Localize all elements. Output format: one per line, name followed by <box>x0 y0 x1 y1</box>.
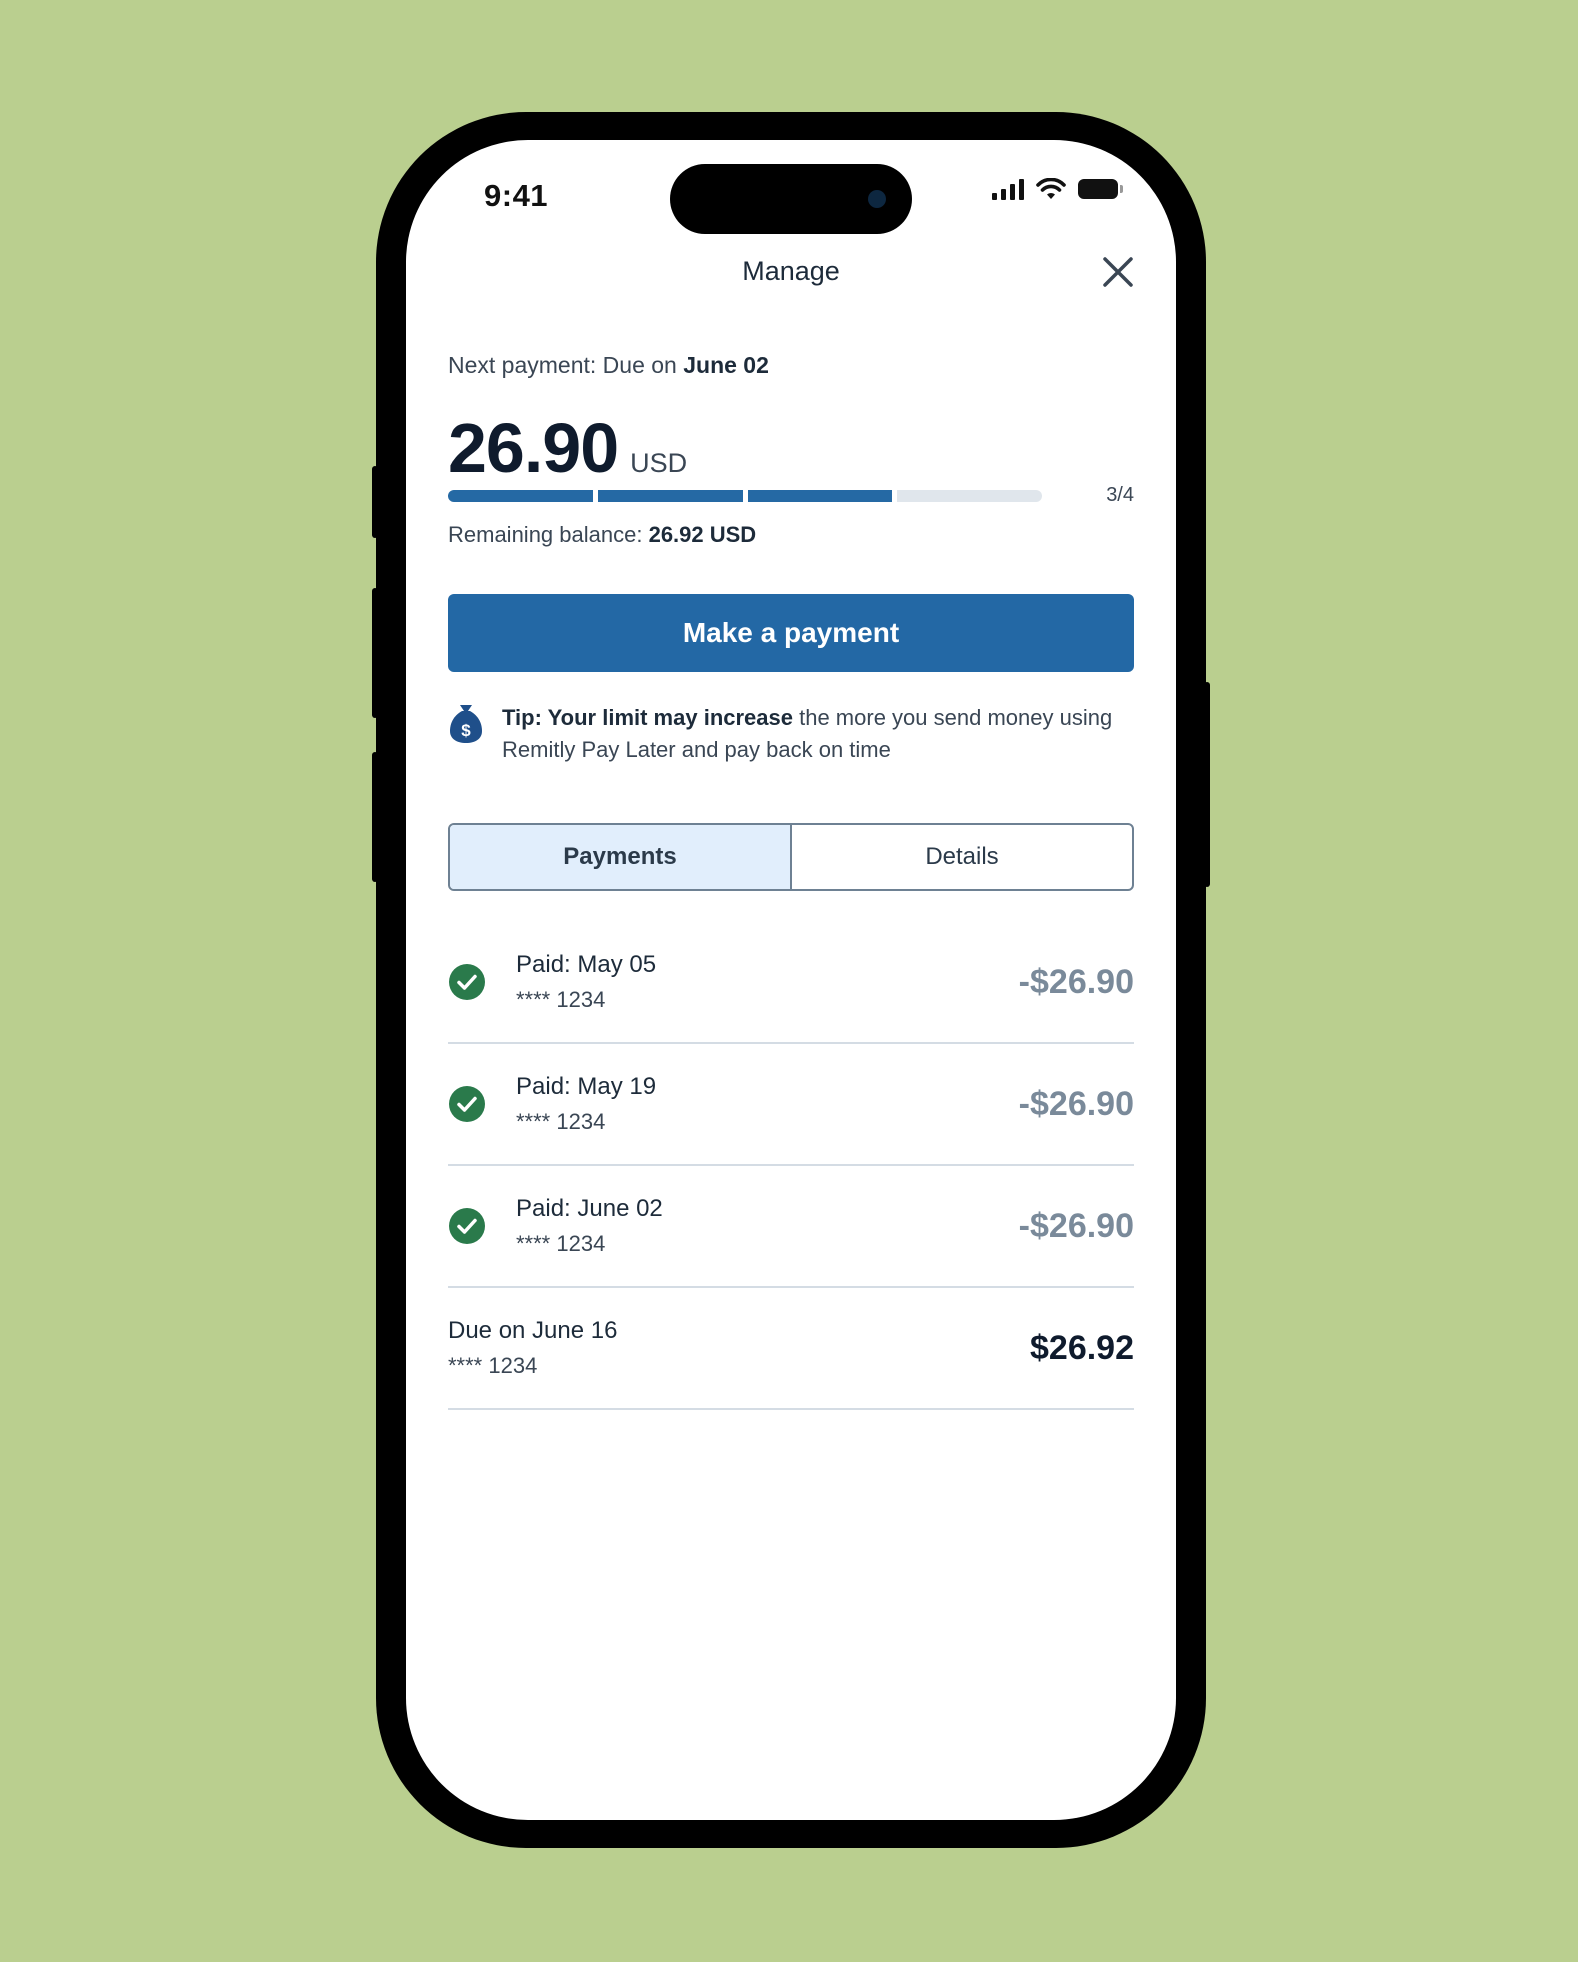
payment-amount: $26.92 <box>1030 1328 1134 1367</box>
payment-title: Due on June 16 <box>448 1317 618 1344</box>
payment-amount: -$26.90 <box>1018 1084 1134 1123</box>
power-button <box>1204 682 1210 887</box>
payment-title: Paid: June 02 <box>516 1195 663 1222</box>
payment-row-may-05[interactable]: Paid: May 05 **** 1234 -$26.90 <box>448 922 1134 1044</box>
payment-row-may-19[interactable]: Paid: May 19 **** 1234 -$26.90 <box>448 1044 1134 1166</box>
remaining-label: Remaining balance: <box>448 522 649 547</box>
check-circle-icon <box>449 1086 485 1122</box>
progress-count: 3/4 <box>1106 484 1134 506</box>
battery-icon <box>1078 179 1123 199</box>
payment-card: **** 1234 <box>516 1231 606 1256</box>
payment-title: Paid: May 19 <box>516 1073 657 1100</box>
page-title: Manage <box>742 256 840 286</box>
payment-amount: -$26.90 <box>1018 962 1134 1001</box>
volume-up-button <box>372 588 378 718</box>
progress-segment <box>747 490 893 502</box>
check-circle-icon <box>449 1208 485 1244</box>
payment-currency: USD <box>630 448 688 478</box>
svg-text:$: $ <box>461 721 471 740</box>
payment-card: **** 1234 <box>448 1353 538 1378</box>
cellular-signal-icon <box>992 178 1024 200</box>
progress-segment <box>597 490 743 502</box>
tip-bold: Tip: Your limit may increase <box>502 705 793 730</box>
payment-list: Paid: May 05 **** 1234 -$26.90 Paid: May… <box>448 922 1134 1410</box>
payment-row-june-02[interactable]: Paid: June 02 **** 1234 -$26.90 <box>448 1166 1134 1288</box>
tab-details[interactable]: Details <box>792 825 1132 889</box>
action-button <box>372 466 378 538</box>
make-payment-button[interactable]: Make a payment <box>448 594 1134 672</box>
remaining-balance-text: Remaining balance: 26.92 USD <box>448 522 1134 548</box>
tab-bar: Payments Details <box>448 823 1134 891</box>
remaining-value: 26.92 USD <box>648 522 757 547</box>
payment-progress-bar <box>448 490 1042 504</box>
next-payment-date: June 02 <box>683 352 769 378</box>
payment-card: **** 1234 <box>516 987 606 1012</box>
tip-text: Tip: Your limit may increase the more yo… <box>502 702 1134 766</box>
payment-card: **** 1234 <box>516 1109 606 1134</box>
next-payment-text: Next payment: Due on June 02 <box>448 352 1134 379</box>
payment-amount: 26.90 <box>448 409 619 487</box>
payment-title: Paid: May 05 <box>516 951 657 978</box>
check-circle-icon <box>449 964 485 1000</box>
next-payment-label: Next payment: Due on <box>448 352 684 378</box>
tab-payments[interactable]: Payments <box>450 825 792 889</box>
wifi-icon <box>1036 178 1066 199</box>
status-time: 9:41 <box>484 178 549 213</box>
volume-down-button <box>372 752 378 882</box>
phone-frame: 9:41 Manage Next payment: Due on June 02… <box>372 112 1210 1848</box>
dynamic-island <box>670 164 912 234</box>
tip-banner: $ Tip: Your limit may increase the more … <box>448 702 1134 766</box>
payment-amount: -$26.90 <box>1018 1206 1134 1245</box>
close-icon[interactable] <box>1098 252 1138 292</box>
phone-screen: 9:41 Manage Next payment: Due on June 02… <box>406 140 1176 1820</box>
progress-segment <box>448 490 593 502</box>
money-bag-icon: $ <box>450 705 482 743</box>
payment-row-due-june-16[interactable]: Due on June 16 **** 1234 $26.92 <box>448 1288 1134 1410</box>
status-icons <box>992 178 1123 200</box>
amount-row: 26.90 USD <box>448 408 1134 488</box>
progress-segment <box>897 490 1042 502</box>
